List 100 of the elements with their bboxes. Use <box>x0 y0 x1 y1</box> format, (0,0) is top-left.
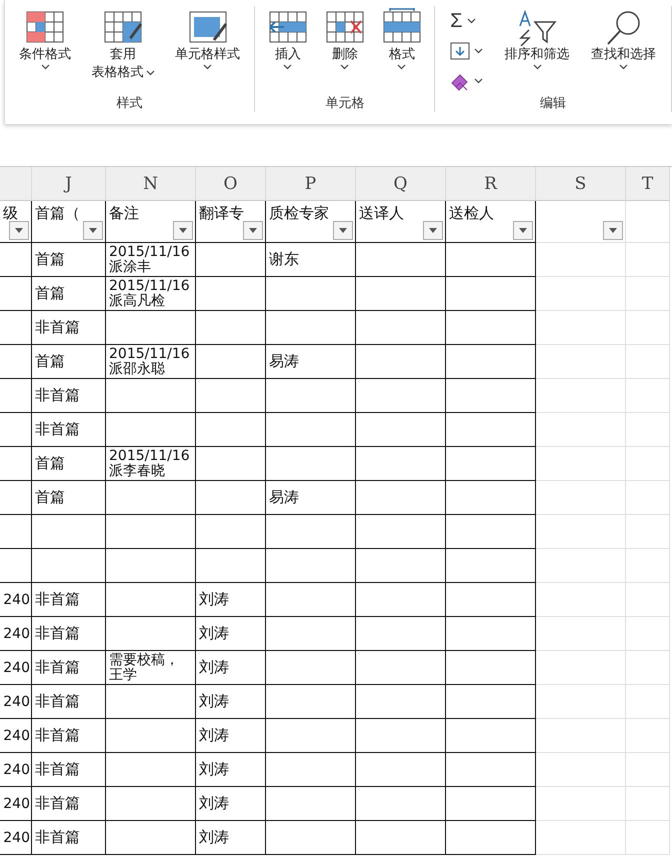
table-cell: 非首篇 <box>32 719 106 753</box>
table-cell <box>626 447 670 481</box>
group-label: 编辑 <box>539 95 568 112</box>
dropdown-arrow-icon <box>89 228 97 233</box>
table-cell: 非首篇 <box>32 583 106 617</box>
column-header[interactable]: O <box>196 167 266 201</box>
table-cell <box>196 311 266 345</box>
table-cell: 2015/11/16派李春晓 <box>106 447 196 481</box>
table-cell: 2015/11/16派高凡检 <box>106 277 196 311</box>
table-cell <box>626 753 670 787</box>
group-label: 样式 <box>116 95 144 112</box>
table-cell: 非首篇 <box>32 753 106 787</box>
sort-filter-icon <box>517 8 558 46</box>
table-cell <box>626 311 670 345</box>
table-cell: 刘涛 <box>196 719 266 753</box>
table-cell: 非首篇 <box>32 821 106 855</box>
table-cell: 240 <box>0 651 32 685</box>
column-header[interactable]: J <box>32 167 106 201</box>
table-cell: 谢东 <box>266 243 356 277</box>
table-cell <box>626 345 670 379</box>
table-cell <box>0 345 32 379</box>
filter-button[interactable] <box>83 221 103 240</box>
filter-button[interactable] <box>603 221 623 240</box>
table-cell <box>0 311 32 345</box>
table-cell: 240 <box>0 719 32 753</box>
table-cell: 非首篇 <box>32 617 106 651</box>
table-cell: 240 <box>0 583 32 617</box>
chevron-down-icon <box>146 70 155 76</box>
header-text: 首篇（ <box>35 204 80 223</box>
header-text: 翻译专 <box>199 204 244 223</box>
table-cell: 240 <box>0 617 32 651</box>
column-header[interactable]: P <box>266 167 356 201</box>
table-cell: 刘涛 <box>196 821 266 855</box>
dropdown-arrow-icon <box>429 228 437 233</box>
table-cell: 刘涛 <box>196 583 266 617</box>
table-cell: 2015/11/16派邵永聪 <box>106 345 196 379</box>
column-header[interactable]: T <box>626 167 670 201</box>
dropdown-arrow-icon <box>15 228 23 233</box>
table-cell: 非首篇 <box>32 311 106 345</box>
column-header[interactable]: S <box>536 167 626 201</box>
chevron-down-icon <box>466 18 476 24</box>
table-cell <box>0 515 32 549</box>
filter-button[interactable] <box>243 221 263 240</box>
table-cell: 240 <box>0 685 32 719</box>
header-text: 送检人 <box>449 204 494 223</box>
table-cell <box>626 413 670 447</box>
chevron-down-icon <box>474 48 484 54</box>
table-cell <box>196 481 266 515</box>
table-cell: 2015/11/16派涂丰 <box>106 243 196 277</box>
table-cell <box>196 549 266 583</box>
header-text: 备注 <box>109 204 139 223</box>
column-header[interactable]: N <box>106 167 196 201</box>
table-cell: 首篇 <box>32 345 106 379</box>
table-cell <box>196 447 266 481</box>
header-text: 送译人 <box>359 204 404 223</box>
table-cell <box>0 549 32 583</box>
table-cell <box>626 549 670 583</box>
filter-button[interactable] <box>333 221 353 240</box>
chevron-down-icon <box>474 78 484 84</box>
table-cell <box>196 515 266 549</box>
chevron-down-icon <box>532 64 542 70</box>
ribbon-button[interactable]: 条件格式 <box>17 6 74 72</box>
table-cell <box>196 413 266 447</box>
table-cell <box>626 651 670 685</box>
chevron-down-icon <box>203 64 212 70</box>
table-cell <box>626 617 670 651</box>
table-cell: 刘涛 <box>196 617 266 651</box>
ribbon-small-button[interactable]: Σ <box>448 8 486 34</box>
filter-button[interactable] <box>173 221 193 240</box>
filter-button[interactable] <box>9 221 29 240</box>
table-cell <box>0 447 32 481</box>
ribbon-button[interactable]: 排序和筛选 <box>502 6 572 72</box>
ribbon-button[interactable]: 删除 <box>322 6 367 72</box>
filter-button[interactable] <box>423 221 443 240</box>
column-header[interactable]: Q <box>356 167 446 201</box>
table-cell <box>0 413 32 447</box>
table-cell: 首篇 <box>32 277 106 311</box>
ribbon-button[interactable]: 格式 <box>380 6 424 72</box>
table-cell <box>196 277 266 311</box>
table-cell <box>626 481 670 515</box>
dropdown-arrow-icon <box>609 228 617 233</box>
table-cell: 易涛 <box>266 345 356 379</box>
table-cell <box>626 787 670 821</box>
table-cell: 240 <box>0 821 32 855</box>
column-header[interactable]: R <box>446 167 536 201</box>
table-cell <box>196 379 266 413</box>
table-cell <box>626 515 670 549</box>
table-cell: 非首篇 <box>32 379 106 413</box>
ribbon-button[interactable]: 查找和选择 <box>589 6 658 72</box>
table-cell: 240 <box>0 753 32 787</box>
ribbon-button[interactable]: 单元格样式 <box>173 6 242 72</box>
table-cell: 刘涛 <box>196 787 266 821</box>
dropdown-arrow-icon <box>519 228 527 233</box>
ribbon-button[interactable]: 套用 表格格式 <box>90 6 157 84</box>
table-cell: 需要校稿，王学 <box>106 651 196 685</box>
filter-button[interactable] <box>513 221 533 240</box>
table-cell: 首篇 <box>32 243 106 277</box>
table-cell <box>626 379 670 413</box>
ribbon-button[interactable]: 插入 <box>266 6 310 72</box>
chevron-down-icon <box>397 64 406 70</box>
